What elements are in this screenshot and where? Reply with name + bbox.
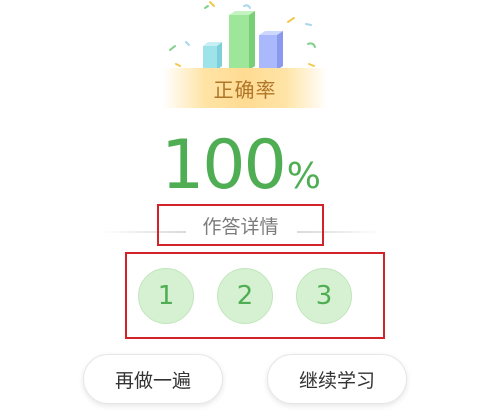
score-value: 100 <box>160 126 287 205</box>
answer-item-3[interactable]: 3 <box>296 268 352 324</box>
answer-item-2[interactable]: 2 <box>217 268 273 324</box>
accuracy-badge: 正确率 <box>163 68 327 108</box>
highlight-box-title <box>157 204 324 246</box>
answer-item-1[interactable]: 1 <box>138 268 194 324</box>
accuracy-label: 正确率 <box>213 77 277 102</box>
score-display: 100% <box>0 128 482 215</box>
retry-button[interactable]: 再做一遍 <box>83 354 223 404</box>
bar-chart-icon <box>203 11 283 70</box>
continue-learning-button[interactable]: 继续学习 <box>267 354 407 404</box>
score-unit: % <box>286 156 321 197</box>
